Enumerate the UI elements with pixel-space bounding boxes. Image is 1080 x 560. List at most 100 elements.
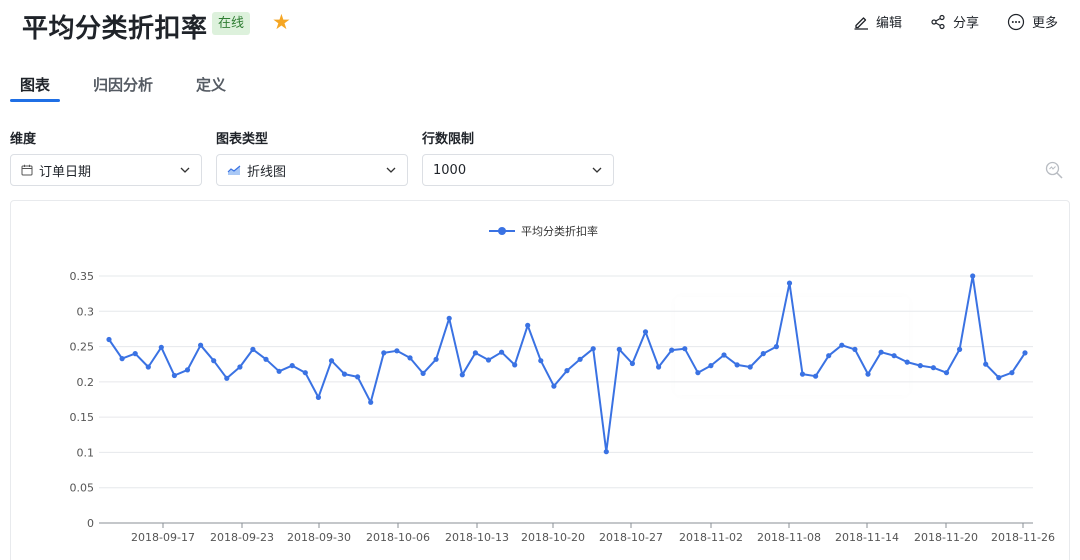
data-point[interactable] — [368, 399, 374, 405]
x-tick-label: 2018-11-26 — [991, 531, 1055, 544]
chart-type-select[interactable]: 折线图 — [216, 154, 408, 186]
chart-type-value: 折线图 — [247, 164, 287, 180]
data-point[interactable] — [485, 357, 492, 363]
data-point[interactable] — [760, 351, 766, 357]
data-point[interactable] — [394, 348, 400, 354]
data-point[interactable] — [878, 349, 884, 355]
data-point[interactable] — [708, 363, 714, 369]
data-point[interactable] — [682, 346, 688, 352]
data-point[interactable] — [695, 370, 701, 376]
tab-attribution[interactable]: 归因分析 — [83, 70, 163, 102]
data-point[interactable] — [499, 349, 505, 355]
data-point[interactable] — [158, 344, 164, 350]
row-limit-select[interactable]: 1000 — [422, 154, 614, 186]
data-point[interactable] — [237, 364, 243, 370]
tab-definition[interactable]: 定义 — [186, 70, 236, 102]
data-point[interactable] — [145, 364, 151, 370]
data-point[interactable] — [538, 358, 544, 364]
data-point[interactable] — [328, 358, 335, 364]
edit-label: 编辑 — [875, 16, 902, 31]
y-tick-label: 0.15 — [70, 411, 95, 424]
data-point[interactable] — [407, 355, 413, 361]
data-point[interactable] — [970, 273, 976, 279]
data-point[interactable] — [656, 364, 662, 370]
data-point[interactable] — [721, 352, 727, 358]
data-point[interactable] — [773, 344, 780, 350]
tab-chart[interactable]: 图表 — [10, 70, 61, 102]
data-point[interactable] — [211, 358, 217, 364]
data-point[interactable] — [996, 375, 1002, 381]
data-point[interactable] — [852, 346, 858, 352]
more-button[interactable]: 更多 — [1007, 12, 1058, 31]
data-point[interactable] — [224, 375, 230, 381]
data-point[interactable] — [826, 353, 832, 359]
data-point[interactable] — [904, 359, 910, 365]
data-point[interactable] — [642, 329, 649, 335]
x-tick-label: 2018-11-08 — [757, 531, 821, 544]
data-point[interactable] — [917, 363, 923, 369]
chart-type-label: 图表类型 — [216, 132, 269, 147]
data-point[interactable] — [459, 372, 465, 378]
data-point[interactable] — [263, 356, 269, 362]
data-point[interactable] — [839, 342, 845, 348]
data-point[interactable] — [629, 360, 636, 367]
data-point[interactable] — [106, 336, 112, 343]
data-point[interactable] — [250, 346, 256, 352]
data-point[interactable] — [289, 363, 295, 369]
dimension-select[interactable]: 订单日期 — [10, 154, 202, 186]
data-point[interactable] — [1009, 370, 1015, 376]
data-point[interactable] — [1022, 350, 1028, 356]
more-icon — [1007, 13, 1025, 31]
data-point[interactable] — [276, 368, 282, 374]
data-point[interactable] — [381, 350, 387, 356]
data-point[interactable] — [184, 367, 191, 373]
data-point[interactable] — [983, 361, 989, 367]
data-point[interactable] — [891, 353, 897, 359]
x-tick-label: 2018-10-06 — [366, 531, 430, 544]
data-point[interactable] — [512, 362, 518, 368]
x-tick-label: 2018-11-02 — [679, 531, 743, 544]
calendar-icon — [21, 164, 33, 176]
row-limit-control: 行数限制 1000 — [422, 128, 614, 186]
data-point[interactable] — [590, 346, 596, 352]
data-point[interactable] — [799, 371, 806, 377]
x-tick-label: 2018-09-17 — [131, 531, 195, 544]
data-point[interactable] — [943, 370, 950, 376]
data-point[interactable] — [577, 356, 583, 362]
data-point[interactable] — [813, 373, 819, 379]
data-point[interactable] — [865, 371, 871, 377]
series-line — [108, 275, 1026, 453]
data-point[interactable] — [446, 315, 452, 321]
data-point[interactable] — [930, 365, 937, 371]
data-point[interactable] — [420, 370, 426, 376]
zoom-search-icon[interactable] — [1044, 160, 1064, 184]
data-point[interactable] — [786, 280, 793, 286]
chevron-down-icon — [179, 164, 191, 180]
data-point[interactable] — [747, 364, 753, 370]
data-point[interactable] — [132, 351, 138, 357]
data-point[interactable] — [433, 356, 439, 362]
favorite-star-icon[interactable]: ★ — [272, 10, 291, 34]
data-point[interactable] — [734, 362, 740, 368]
data-point[interactable] — [564, 368, 570, 374]
line-chart[interactable]: 0.35 0.3 0.25 0.2 0.15 0.1 0.05 0 2018-09-17 2018… — [11, 201, 1071, 560]
data-point[interactable] — [669, 347, 675, 353]
x-tick-label: 2018-11-14 — [835, 531, 899, 544]
data-point[interactable] — [171, 372, 177, 379]
edit-button[interactable]: 编辑 — [853, 12, 902, 31]
data-point[interactable] — [603, 449, 609, 455]
share-button[interactable]: 分享 — [930, 12, 979, 31]
data-point[interactable] — [551, 383, 557, 389]
data-point[interactable] — [355, 374, 361, 380]
data-point[interactable] — [341, 371, 348, 377]
status-badge: 在线 — [212, 12, 251, 35]
data-point[interactable] — [472, 350, 478, 356]
data-point[interactable] — [616, 346, 622, 352]
data-point[interactable] — [315, 394, 321, 400]
share-label: 分享 — [952, 16, 979, 31]
data-point[interactable] — [957, 346, 963, 352]
data-point[interactable] — [198, 342, 204, 348]
data-point[interactable] — [525, 322, 531, 328]
data-point[interactable] — [119, 356, 125, 362]
data-point[interactable] — [302, 370, 308, 376]
